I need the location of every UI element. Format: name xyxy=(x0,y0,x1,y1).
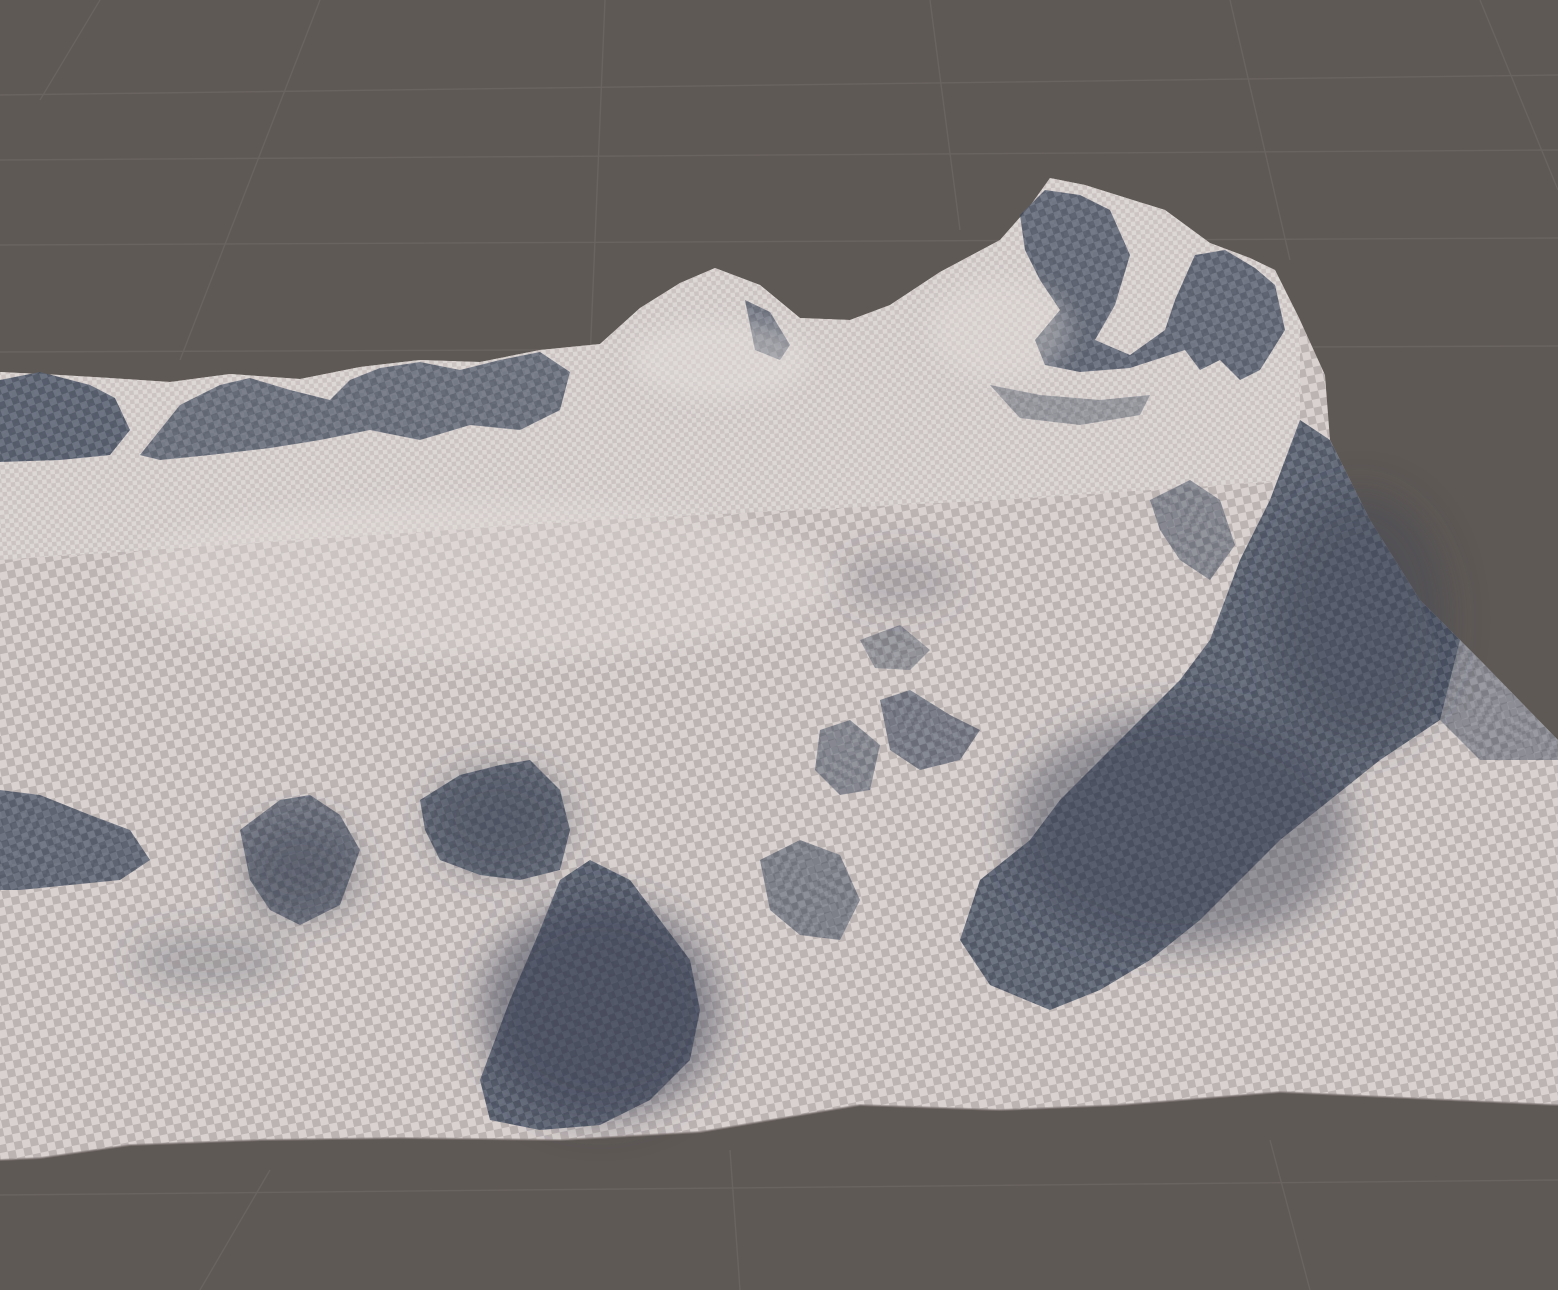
scene-viewport[interactable] xyxy=(0,0,1558,1290)
